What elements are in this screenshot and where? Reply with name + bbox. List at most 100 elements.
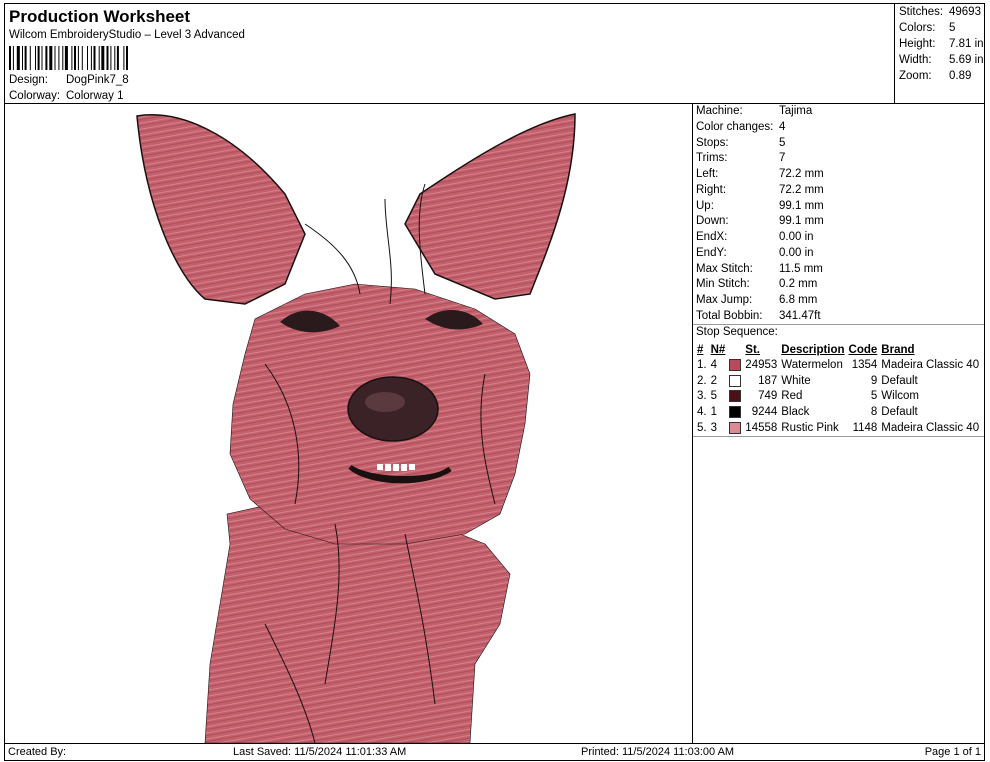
- design-name: DogPink7_8: [66, 74, 129, 86]
- detail-value: 6.8 mm: [779, 294, 818, 306]
- detail-right: Right: 72.2 mm: [696, 184, 824, 200]
- row-swatch: [727, 420, 743, 436]
- detail-value: 7: [779, 152, 786, 164]
- row-index: 3.: [697, 390, 707, 403]
- detail-label: Up:: [696, 200, 714, 212]
- detail-max-jump: Max Jump: 6.8 mm: [696, 294, 817, 310]
- detail-max-stitch: Max Stitch: 11.5 mm: [696, 263, 823, 279]
- col-header-index: #: [697, 343, 704, 356]
- detail-label: Stops:: [696, 137, 729, 149]
- row-needle: 4: [710, 358, 717, 371]
- row-stitches: 14558: [745, 421, 778, 434]
- row-brand: Madeira Classic 40: [881, 421, 980, 434]
- row-description: White: [781, 374, 811, 387]
- colorway-label: Colorway:: [9, 90, 61, 102]
- colorway-row: Colorway: Colorway 1: [9, 90, 124, 102]
- row-description: Watermelon: [781, 358, 843, 371]
- row-stitches: 24953: [745, 358, 778, 371]
- detail-label: Total Bobbin:: [696, 310, 763, 322]
- row-index: 2.: [697, 374, 707, 387]
- detail-label: EndX:: [696, 231, 728, 243]
- stop-sequence-title: Stop Sequence:: [696, 326, 778, 338]
- detail-min-stitch: Min Stitch: 0.2 mm: [696, 278, 817, 294]
- col-header-swatch: [727, 342, 743, 357]
- detail-value: 0.00 in: [779, 231, 814, 243]
- row-code: 9: [870, 374, 878, 387]
- detail-endy: EndY: 0.00 in: [696, 247, 814, 263]
- detail-label: Left:: [696, 168, 719, 180]
- stat-label: Colors:: [899, 22, 936, 34]
- row-code: 8: [870, 405, 878, 418]
- stop-sequence-table: # N# St. Description Code Brand 1. 4 24953…: [695, 342, 981, 435]
- design-row: Design: DogPink7_8: [9, 74, 129, 86]
- software-name: Wilcom EmbroideryStudio – Level 3 Advanc…: [9, 29, 245, 41]
- row-brand: Default: [881, 405, 918, 418]
- row-code: 1148: [852, 421, 878, 434]
- col-header-brand: Brand: [881, 343, 915, 356]
- stat-height: Height: 7.81 in: [899, 38, 984, 54]
- detail-down: Down: 99.1 mm: [696, 215, 824, 231]
- stat-colors: Colors: 5: [899, 22, 955, 38]
- stat-label: Stitches:: [899, 6, 944, 18]
- created-by: Created By:: [8, 746, 67, 758]
- worksheet-header: Production Worksheet Wilcom EmbroiderySt…: [4, 3, 895, 104]
- row-needle: 5: [710, 390, 717, 403]
- stat-label: Width:: [899, 54, 932, 66]
- divider: [693, 436, 984, 437]
- row-brand: Madeira Classic 40: [881, 358, 980, 371]
- stat-value: 5: [949, 22, 956, 34]
- detail-label: Right:: [696, 184, 727, 196]
- dog-teeth: [377, 464, 415, 471]
- row-stitches: 749: [758, 390, 778, 403]
- col-header-description: Description: [781, 343, 845, 356]
- row-index: 4.: [697, 405, 707, 418]
- row-stitches: 187: [758, 374, 778, 387]
- row-description: Black: [781, 405, 810, 418]
- row-needle: 2: [710, 374, 717, 387]
- design-label: Design:: [9, 74, 48, 86]
- table-row: 4. 1 9244 Black 8 Default: [695, 404, 981, 420]
- detail-left: Left: 72.2 mm: [696, 168, 824, 184]
- detail-value: 341.47ft: [779, 310, 821, 322]
- barcode-icon: [9, 46, 128, 70]
- last-saved: Last Saved: 11/5/2024 11:01:33 AM: [233, 746, 407, 758]
- embroidery-design-image: [136, 113, 576, 743]
- divider: [693, 324, 984, 325]
- detail-value: 5: [779, 137, 786, 149]
- detail-value: 11.5 mm: [779, 263, 823, 275]
- table-row: 5. 3 14558 Rustic Pink 1148 Madeira Classic 4…: [695, 420, 981, 436]
- stat-stitches: Stitches: 49693: [899, 6, 981, 22]
- detail-label: Trims:: [696, 152, 728, 164]
- table-row: 2. 2 187 White 9 Default: [695, 373, 981, 389]
- detail-up: Up: 99.1 mm: [696, 200, 824, 216]
- row-stitches: 9244: [751, 405, 778, 418]
- table-row: 1. 4 24953 Watermelon 1354 Madeira Classic 40: [695, 357, 981, 373]
- colorway-name: Colorway 1: [66, 90, 124, 102]
- detail-label: Machine:: [696, 105, 743, 117]
- row-description: Red: [781, 390, 803, 403]
- color-swatch: [729, 390, 742, 403]
- col-header-code: Code: [848, 343, 878, 356]
- row-code: 1354: [851, 358, 878, 371]
- detail-label: EndY:: [696, 247, 727, 259]
- detail-trims: Trims: 7: [696, 152, 785, 168]
- row-swatch: [727, 388, 743, 404]
- stat-zoom: Zoom: 0.89: [899, 70, 971, 86]
- detail-machine: Machine: Tajima: [696, 105, 812, 121]
- detail-color-changes: Color changes: 4: [696, 121, 785, 137]
- stat-width: Width: 5.69 in: [899, 54, 984, 70]
- detail-value: 4: [779, 121, 786, 133]
- row-brand: Default: [881, 374, 918, 387]
- row-needle: 1: [710, 405, 717, 418]
- worksheet-footer: Created By: Last Saved: 11/5/2024 11:01:…: [4, 743, 985, 761]
- row-swatch: [727, 373, 743, 389]
- color-swatch: [729, 358, 742, 371]
- printed-date: Printed: 11/5/2024 11:03:00 AM: [581, 746, 735, 758]
- page-number: Page 1 of 1: [924, 746, 981, 758]
- stat-value: 0.89: [949, 70, 972, 82]
- detail-label: Max Stitch:: [696, 263, 753, 275]
- stat-value: 49693: [949, 6, 981, 18]
- stat-value: 5.69 in: [949, 54, 984, 66]
- stat-label: Zoom:: [899, 70, 932, 82]
- row-code: 5: [870, 390, 878, 403]
